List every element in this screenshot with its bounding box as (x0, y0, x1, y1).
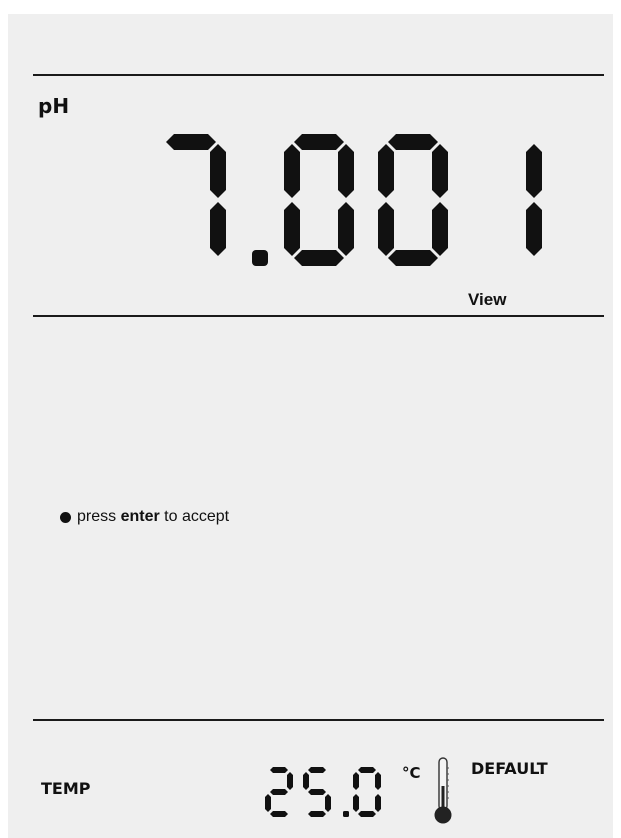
temperature-reading-digit-segment (353, 794, 359, 812)
main-reading-digit-segment (432, 144, 448, 198)
main-reading-digit-segment (526, 202, 542, 256)
temperature-reading-digit-segment (325, 794, 331, 812)
temperature-reading (261, 763, 386, 821)
main-reading-digit-segment (378, 202, 394, 256)
temperature-reading-digit-segment (270, 811, 288, 817)
main-reading-digit-segment (284, 144, 300, 198)
temperature-reading-digit-segment (270, 767, 288, 773)
main-reading-digit-segment (166, 134, 216, 150)
main-reading-digit-segment (294, 134, 344, 150)
temperature-reading-digits (265, 767, 381, 817)
bullet-dot-icon (60, 511, 71, 523)
meter-screen: pH View press enter to accept TEMP °C DE… (8, 14, 613, 838)
bottom-divider (33, 719, 604, 721)
thermometer-icon (432, 756, 454, 826)
temperature-unit: °C (402, 764, 421, 782)
top-divider (33, 74, 604, 76)
main-reading-decimal-point (252, 250, 268, 266)
temperature-reading-digit-segment (375, 772, 381, 790)
main-reading-digit-segment (294, 250, 344, 266)
temperature-reading-digit-segment (265, 794, 271, 812)
accept-prompt: press enter to accept (60, 508, 229, 526)
temperature-label: TEMP (41, 779, 91, 798)
prompt-text-after: to accept (164, 508, 230, 525)
main-reading-digit-segment (210, 202, 226, 256)
temperature-reading-digit-segment (375, 794, 381, 812)
prompt-key: enter (120, 508, 160, 525)
main-reading-digits (166, 134, 542, 266)
main-reading-digit-segment (284, 202, 300, 256)
temperature-source: DEFAULT (471, 759, 548, 778)
temperature-reading-digit-segment (287, 772, 293, 790)
main-reading-digit-segment (388, 250, 438, 266)
temperature-reading-digit-segment (308, 811, 326, 817)
main-reading-digit-segment (378, 144, 394, 198)
mode-label: View (468, 290, 507, 309)
middle-divider (33, 315, 604, 317)
main-reading (156, 130, 561, 280)
main-reading-digit-segment (210, 144, 226, 198)
temperature-reading-decimal-point (343, 811, 349, 817)
temperature-reading-digit-segment (308, 767, 326, 773)
temperature-reading-digit-segment (358, 811, 376, 817)
main-reading-digit-segment (526, 144, 542, 198)
temperature-reading-digit-segment (358, 767, 376, 773)
main-reading-digit-segment (338, 202, 354, 256)
temperature-reading-digit-segment (353, 772, 359, 790)
main-reading-digit-segment (338, 144, 354, 198)
main-reading-digit-segment (388, 134, 438, 150)
temperature-reading-digit-segment (303, 772, 309, 790)
temperature-reading-digit-segment (270, 789, 288, 795)
prompt-text-before: press (77, 508, 117, 525)
parameter-label: pH (38, 94, 70, 118)
main-reading-digit-segment (432, 202, 448, 256)
temperature-reading-digit-segment (308, 789, 326, 795)
